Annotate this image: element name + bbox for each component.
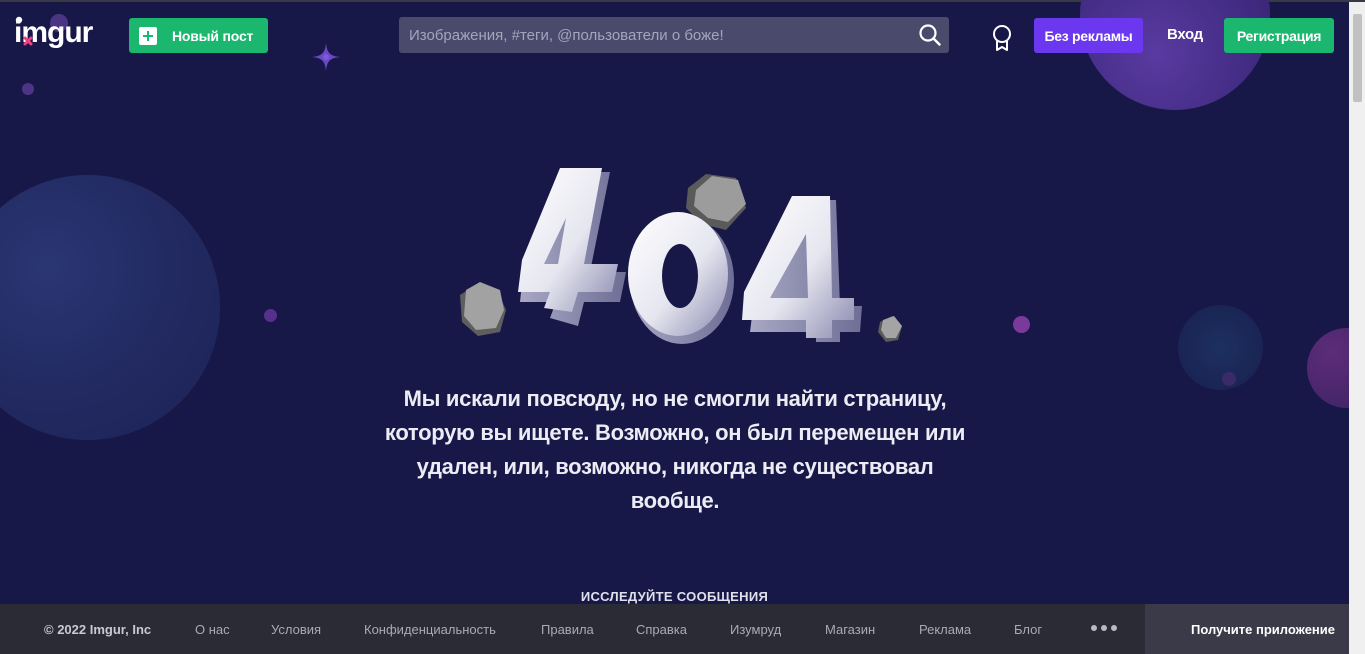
login-link[interactable]: Вход [1167,26,1203,43]
plus-icon [139,26,157,45]
footer-link-rules[interactable]: Правила [541,622,594,637]
star-dot [264,309,277,322]
ellipsis-icon[interactable] [1091,625,1117,631]
digit-zero [628,212,734,344]
explore-posts-link[interactable]: ИССЛЕДУЙТЕ СООБЩЕНИЯ [0,589,1349,604]
vertical-scrollbar[interactable] [1349,2,1365,654]
error-404-illustration [460,168,902,344]
footer-link-advertise[interactable]: Реклама [919,622,971,637]
error-message: Мы искали повсюду, но не смогли найти ст… [384,386,966,513]
no-ads-button[interactable]: Без рекламы [1034,18,1143,53]
search-bar [399,17,949,53]
planet-decoration-right-faint [1178,305,1263,390]
rock-small [878,316,902,342]
footer-link-emerald[interactable]: Изумруд [730,622,781,637]
footer-link-terms[interactable]: Условия [271,622,321,637]
digit-four-right [742,196,862,342]
search-input[interactable] [399,17,899,53]
footer-link-store[interactable]: Магазин [825,622,875,637]
star-dot [1222,372,1236,386]
medallion-icon[interactable] [990,24,1014,52]
register-button[interactable]: Регистрация [1224,18,1334,53]
footer-link-about[interactable]: О нас [195,622,230,637]
footer-link-help[interactable]: Справка [636,622,687,637]
copyright-text: © 2022 Imgur, Inc [44,622,152,637]
search-icon[interactable] [919,24,941,46]
get-app-button[interactable]: Получите приложение [1145,604,1349,654]
planet-decoration-left [0,175,220,440]
digit-four-left [518,168,626,326]
imgur-logo[interactable]: imgur [14,14,110,54]
new-post-label: Новый пост [172,27,254,44]
rock-left [460,282,506,336]
footer-link-blog[interactable]: Блог [1014,622,1042,637]
sparkle-icon [312,43,340,71]
planet-decoration-top-right [1080,0,1270,110]
footer-link-privacy[interactable]: Конфиденциальность [364,622,496,637]
scrollbar-thumb[interactable] [1353,14,1362,102]
new-post-button[interactable]: Новый пост [129,18,268,53]
star-dot [22,83,34,95]
star-dot [1013,316,1030,333]
footer-bar: © 2022 Imgur, Inc О нас Условия Конфиден… [0,604,1145,654]
